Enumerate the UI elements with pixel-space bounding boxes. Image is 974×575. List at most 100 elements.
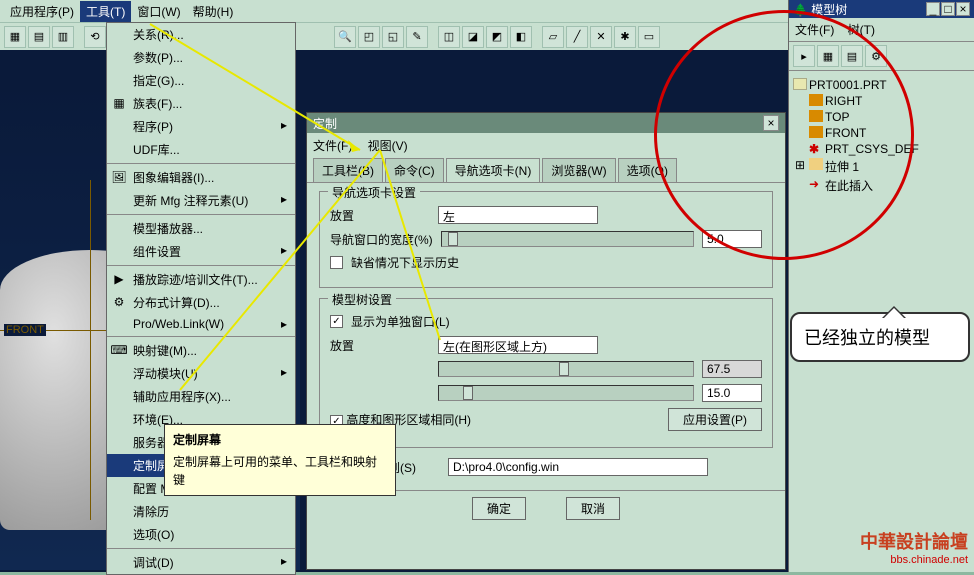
show-separate-checkbox[interactable]: ✓	[330, 315, 343, 328]
tb-btn[interactable]: ╱	[566, 26, 588, 48]
dialog-titlebar[interactable]: 定制 ×	[307, 113, 785, 133]
tree-item[interactable]: ➜在此插入	[793, 176, 970, 195]
width-input[interactable]: 5.0	[702, 230, 762, 248]
tab-options[interactable]: 选项(O)	[618, 158, 677, 182]
side-menu-file[interactable]: 文件(F)	[795, 23, 834, 37]
nav-settings-group: 导航选项卡设置 放置 左 导航窗口的宽度(%) 5.0 缺省情况下显示历史	[319, 191, 773, 288]
tree-placement-select[interactable]: 左(在图形区域上方)	[438, 336, 598, 354]
menu-weblink[interactable]: Pro/Web.Link(W)▸	[107, 314, 295, 334]
chevron-right-icon: ▸	[281, 118, 287, 132]
tb-btn[interactable]: ▦	[4, 26, 26, 48]
menu-clear[interactable]: 清除历	[107, 500, 295, 523]
tab-browser[interactable]: 浏览器(W)	[542, 158, 615, 182]
close-icon[interactable]: ×	[956, 2, 970, 16]
watermark: 中華設計論壇 bbs.chinade.net	[860, 528, 968, 566]
tb-btn[interactable]: ⟲	[84, 26, 106, 48]
tree-placement-label: 放置	[330, 337, 430, 354]
menu-designate[interactable]: 指定(G)...	[107, 69, 295, 92]
menu-asm-settings[interactable]: 组件设置▸	[107, 240, 295, 263]
tab-navtabs[interactable]: 导航选项卡(N)	[446, 158, 541, 182]
tab-toolbars[interactable]: 工具栏(B)	[313, 158, 383, 182]
plane-icon	[809, 126, 823, 138]
menu-float[interactable]: 浮动模块(U)▸	[107, 362, 295, 385]
tb-btn[interactable]: ▤	[28, 26, 50, 48]
menu-tools[interactable]: 工具(T)	[80, 1, 131, 22]
menu-imgedit[interactable]: 🖼图象编辑器(I)...	[107, 166, 295, 189]
menu-player[interactable]: 模型播放器...	[107, 217, 295, 240]
placement-select[interactable]: 左	[438, 206, 598, 224]
tb-btn[interactable]: ⚙	[865, 45, 887, 67]
menu-params[interactable]: 参数(P)...	[107, 46, 295, 69]
tb-btn[interactable]: ✕	[590, 26, 612, 48]
plane-icon	[809, 94, 823, 106]
tb-btn[interactable]: ▸	[793, 45, 815, 67]
history-checkbox[interactable]	[330, 256, 343, 269]
menu-debug[interactable]: 调试(D)▸	[107, 551, 295, 574]
tb-btn[interactable]: 🔍	[334, 26, 356, 48]
cancel-button[interactable]: 取消	[566, 497, 620, 520]
tb-btn[interactable]: ◪	[462, 26, 484, 48]
tooltip-body: 定制屏幕上可用的菜单、工具栏和映射键	[173, 453, 387, 489]
tb-btn[interactable]: ◩	[486, 26, 508, 48]
tb-btn[interactable]: ✎	[406, 26, 428, 48]
dialog-tabs: 工具栏(B) 命令(C) 导航选项卡(N) 浏览器(W) 选项(O)	[307, 158, 785, 183]
menu-distributed[interactable]: ⚙分布式计算(D)...	[107, 291, 295, 314]
tb-btn[interactable]: ▥	[52, 26, 74, 48]
slider-1[interactable]	[438, 361, 694, 377]
tb-btn[interactable]: ◫	[438, 26, 460, 48]
minimize-icon[interactable]: _	[926, 2, 940, 16]
side-title: 模型树	[811, 3, 847, 17]
menu-window[interactable]: 窗口(W)	[131, 1, 186, 22]
tab-commands[interactable]: 命令(C)	[385, 158, 444, 182]
slider-2[interactable]	[438, 385, 694, 401]
chevron-right-icon: ▸	[281, 365, 287, 379]
menu-aux[interactable]: 辅助应用程序(X)...	[107, 385, 295, 408]
menu-trail[interactable]: ▶播放踪迹/培训文件(T)...	[107, 268, 295, 291]
tree-item[interactable]: TOP	[793, 109, 970, 125]
menu-relations[interactable]: 关系(R)...	[107, 23, 295, 46]
maximize-icon[interactable]: □	[941, 2, 955, 16]
tb-btn[interactable]: ▭	[638, 26, 660, 48]
val1-input[interactable]: 67.5	[702, 360, 762, 378]
tb-btn[interactable]: ▤	[841, 45, 863, 67]
tree-item[interactable]: ✱PRT_CSYS_DEF	[793, 141, 970, 157]
menu-options[interactable]: 选项(O)	[107, 523, 295, 546]
menu-mfg[interactable]: 更新 Mfg 注释元素(U)▸	[107, 189, 295, 212]
tb-btn[interactable]: ▦	[817, 45, 839, 67]
menu-help[interactable]: 帮助(H)	[187, 1, 240, 22]
side-menu-tree[interactable]: 树(T)	[848, 23, 875, 37]
image-icon: 🖼	[111, 169, 127, 185]
side-titlebar[interactable]: 🌲 模型树 _□×	[789, 0, 974, 18]
width-slider[interactable]	[441, 231, 694, 247]
tb-btn[interactable]: ◱	[382, 26, 404, 48]
val2-input[interactable]: 15.0	[702, 384, 762, 402]
menu-program[interactable]: 程序(P)▸	[107, 115, 295, 138]
menu-familytable[interactable]: ▦族表(F)...	[107, 92, 295, 115]
menu-app[interactable]: 应用程序(P)	[4, 1, 80, 22]
tb-btn[interactable]: ◧	[510, 26, 532, 48]
customize-dialog: 定制 × 文件(F) 视图(V) 工具栏(B) 命令(C) 导航选项卡(N) 浏…	[306, 112, 786, 570]
apply-settings-button[interactable]: 应用设置(P)	[668, 408, 762, 431]
dlg-menu-file[interactable]: 文件(F)	[313, 139, 352, 153]
chevron-right-icon: ▸	[281, 554, 287, 568]
menu-udf[interactable]: UDF库...	[107, 138, 295, 161]
history-label: 缺省情况下显示历史	[351, 254, 459, 271]
tree-item[interactable]: FRONT	[793, 125, 970, 141]
expand-icon[interactable]: ⊞	[795, 158, 805, 172]
tree-item[interactable]: ⊞拉伸 1	[793, 157, 970, 176]
autosave-path-input[interactable]: D:\pro4.0\config.win	[448, 458, 708, 476]
tb-btn[interactable]: ◰	[358, 26, 380, 48]
close-icon[interactable]: ×	[763, 115, 779, 131]
tb-btn[interactable]: ✱	[614, 26, 636, 48]
tb-btn[interactable]: ▱	[542, 26, 564, 48]
ok-button[interactable]: 确定	[472, 497, 526, 520]
model-tree-panel: 🌲 模型树 _□× 文件(F) 树(T) ▸ ▦ ▤ ⚙ PRT0001.PRT…	[788, 0, 974, 572]
part-icon	[793, 78, 807, 90]
chevron-right-icon: ▸	[281, 192, 287, 206]
tree-root[interactable]: PRT0001.PRT	[793, 77, 970, 93]
tree-item[interactable]: RIGHT	[793, 93, 970, 109]
chevron-right-icon: ▸	[281, 317, 287, 331]
show-separate-label: 显示为单独窗口(L)	[351, 313, 451, 330]
dlg-menu-view[interactable]: 视图(V)	[368, 139, 408, 153]
menu-mapkeys[interactable]: ⌨映射键(M)...	[107, 339, 295, 362]
